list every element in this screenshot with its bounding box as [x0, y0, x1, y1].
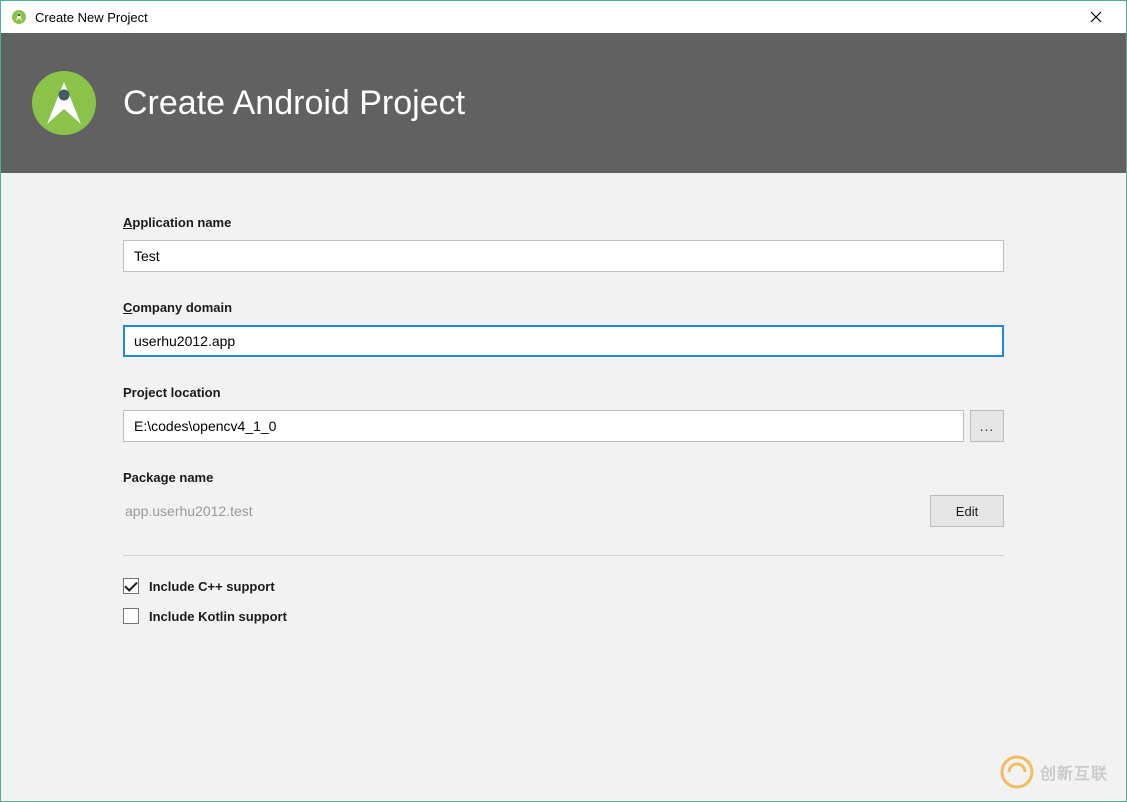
window-title: Create New Project	[35, 10, 1076, 25]
android-studio-logo-icon	[29, 68, 99, 138]
header: Create Android Project	[1, 33, 1126, 173]
include-cpp-checkbox[interactable]	[123, 578, 139, 594]
watermark: 创新互联	[1000, 755, 1108, 789]
include-kotlin-row: Include Kotlin support	[123, 608, 1004, 624]
edit-package-button[interactable]: Edit	[930, 495, 1004, 527]
android-studio-icon	[11, 9, 27, 25]
browse-button[interactable]: ...	[970, 410, 1004, 442]
package-name-group: Package name app.userhu2012.test Edit	[123, 470, 1004, 527]
include-cpp-row: Include C++ support	[123, 578, 1004, 594]
project-location-input[interactable]	[123, 410, 964, 442]
titlebar: Create New Project	[1, 1, 1126, 33]
page-title: Create Android Project	[123, 84, 465, 123]
close-button[interactable]	[1076, 1, 1116, 33]
form-content: Application name Company domain Project …	[1, 173, 1126, 801]
package-name-value: app.userhu2012.test	[123, 497, 255, 525]
company-domain-input[interactable]	[123, 325, 1004, 357]
close-icon	[1090, 11, 1102, 23]
company-domain-label: Company domain	[123, 300, 1004, 315]
application-name-group: Application name	[123, 215, 1004, 272]
watermark-icon	[1000, 755, 1034, 789]
watermark-text: 创新互联	[1040, 760, 1108, 784]
application-name-input[interactable]	[123, 240, 1004, 272]
include-kotlin-label: Include Kotlin support	[149, 609, 287, 624]
project-location-label: Project location	[123, 385, 1004, 400]
application-name-label: Application name	[123, 215, 1004, 230]
include-cpp-label: Include C++ support	[149, 579, 275, 594]
package-name-label: Package name	[123, 470, 1004, 485]
divider	[123, 555, 1004, 556]
company-domain-group: Company domain	[123, 300, 1004, 357]
include-kotlin-checkbox[interactable]	[123, 608, 139, 624]
project-location-group: Project location ...	[123, 385, 1004, 442]
